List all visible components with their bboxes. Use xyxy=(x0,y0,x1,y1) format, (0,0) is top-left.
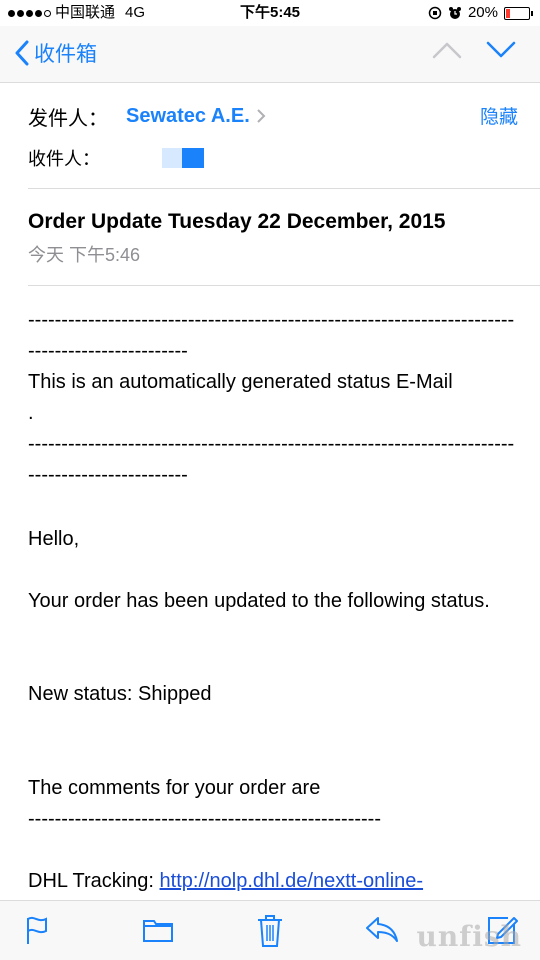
chevron-down-icon xyxy=(486,41,516,58)
navigation-bar: 收件箱 xyxy=(0,26,540,83)
trash-icon xyxy=(258,915,282,947)
message-date: 今天 下午5:46 xyxy=(28,245,141,265)
back-to-inbox-button[interactable]: 收件箱 xyxy=(14,38,97,68)
flag-icon xyxy=(27,916,47,944)
chevron-up-icon xyxy=(432,42,462,59)
flag-button[interactable] xyxy=(24,914,52,951)
separator-line: ----------------------------------------… xyxy=(28,309,515,362)
recipient-chip[interactable] xyxy=(162,148,204,168)
message-subject: Order Update Tuesday 22 December, 2015 xyxy=(28,210,446,233)
move-to-folder-button[interactable] xyxy=(142,914,174,949)
next-message-button[interactable] xyxy=(486,40,516,65)
delete-button[interactable] xyxy=(256,914,284,953)
tracking-link[interactable]: http://nolp.dhl.de/nextt-online- xyxy=(160,870,424,892)
battery-percent: 20% xyxy=(467,4,498,21)
subject-divider xyxy=(28,285,540,286)
orientation-lock-icon xyxy=(428,6,442,20)
previous-message-button[interactable] xyxy=(432,40,462,65)
back-label: 收件箱 xyxy=(34,43,97,66)
separator-line: ----------------------------------------… xyxy=(28,433,515,486)
watermark-text: unfish xyxy=(416,920,522,953)
tracking-label: DHL Tracking: xyxy=(28,870,160,892)
chevron-left-icon xyxy=(15,40,29,66)
auto-notice: This is an automatically generated statu… xyxy=(28,371,453,424)
status-bar: 中国联通 4G 下午5:45 20% xyxy=(0,0,540,26)
from-label: 发件人： xyxy=(28,107,108,130)
alarm-icon xyxy=(448,7,461,19)
greeting: Hello, xyxy=(28,528,80,550)
tracking-line: DHL Tracking: http://nolp.dhl.de/nextt-o… xyxy=(28,866,518,897)
chevron-right-icon xyxy=(257,109,266,123)
sender-name[interactable]: Sewatec A.E. xyxy=(126,105,250,128)
comments-intro: The comments for your order are xyxy=(28,777,321,799)
from-row: 发件人： Sewatec A.E. 隐藏 xyxy=(28,100,518,132)
hide-details-button[interactable]: 隐藏 xyxy=(480,102,518,129)
status-right: 20% xyxy=(428,0,533,26)
to-label: 收件人： xyxy=(28,149,100,169)
to-row: 收件人： xyxy=(28,145,204,171)
reply-icon xyxy=(366,917,398,942)
update-text: Your order has been updated to the follo… xyxy=(28,590,490,612)
folder-icon xyxy=(143,920,173,942)
mail-screen: 中国联通 4G 下午5:45 20% 收件箱 发件人： Sewatec A.E.… xyxy=(0,0,540,960)
separator-line: ----------------------------------------… xyxy=(28,808,381,830)
battery-icon xyxy=(504,6,533,20)
header-divider xyxy=(28,188,540,189)
new-status: New status: Shipped xyxy=(28,683,212,705)
reply-button[interactable] xyxy=(364,914,400,949)
